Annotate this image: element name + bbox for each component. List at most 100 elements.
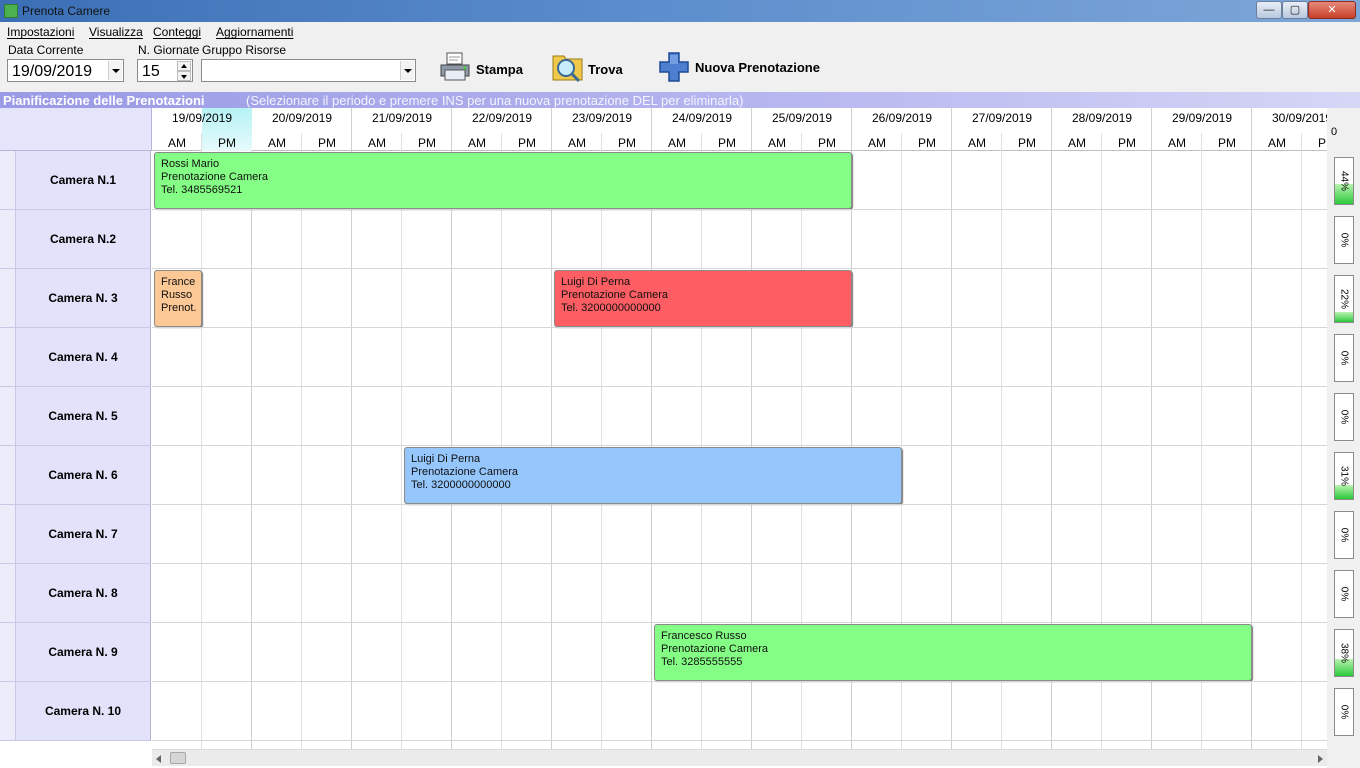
menu-conteggi[interactable]: Conteggi: [153, 25, 201, 39]
row-selector[interactable]: [0, 505, 16, 564]
occupancy-percent: 0%: [1338, 527, 1350, 543]
day-date: 27/09/2019: [971, 111, 1033, 125]
scroll-thumb[interactable]: [170, 752, 186, 764]
room-label: Camera N. 3: [16, 269, 151, 328]
half-day-divider: [401, 133, 402, 151]
info-bar: Pianificazione delle Prenotazioni (Selez…: [0, 92, 1360, 108]
spin-up-icon[interactable]: [177, 61, 191, 71]
close-button[interactable]: ✕: [1308, 1, 1356, 19]
horizontal-scrollbar[interactable]: [152, 749, 1327, 766]
half-day-divider: [601, 133, 602, 151]
nuova-prenotazione-button[interactable]: Nuova Prenotazione: [657, 48, 832, 86]
n-giornate-stepper[interactable]: 15: [137, 59, 193, 82]
maximize-button[interactable]: ▢: [1282, 1, 1308, 19]
half-day-divider: [301, 133, 302, 151]
pm-label: PM: [518, 136, 536, 150]
gruppo-risorse-select[interactable]: [201, 59, 416, 82]
minimize-button[interactable]: —: [1256, 1, 1282, 19]
room-row[interactable]: [152, 564, 1327, 623]
data-corrente-label: Data Corrente: [8, 43, 84, 57]
stampa-button[interactable]: Stampa: [438, 48, 530, 86]
pm-label: PM: [318, 136, 336, 150]
day-date: 22/09/2019: [471, 111, 533, 125]
day-date: 23/09/2019: [571, 111, 633, 125]
occupancy-bar: 44%: [1334, 157, 1354, 205]
trova-button[interactable]: Trova: [551, 48, 631, 86]
occupancy-percent: 0%: [1338, 704, 1350, 720]
am-label: AM: [468, 136, 486, 150]
trova-label: Trova: [588, 62, 623, 77]
chevron-down-icon[interactable]: [400, 61, 414, 80]
room-label: Camera N. 8: [16, 564, 151, 623]
half-day-divider: [1301, 133, 1302, 151]
occupancy-percent: 0%: [1338, 409, 1350, 425]
occupancy-bar: 0%: [1334, 688, 1354, 736]
day-header: 27/09/2019 AM PM: [952, 108, 1052, 151]
row-selector[interactable]: [0, 269, 16, 328]
day-header: 23/09/2019 AM PM: [552, 108, 652, 151]
am-label: AM: [168, 136, 186, 150]
day-date: 28/09/2019: [1071, 111, 1133, 125]
room-row[interactable]: [152, 328, 1327, 387]
row-selector[interactable]: [0, 151, 16, 210]
row-selector[interactable]: [0, 210, 16, 269]
room-row[interactable]: [152, 387, 1327, 446]
gruppo-risorse-label: Gruppo Risorse: [202, 43, 287, 57]
occupancy-bar: 0%: [1334, 393, 1354, 441]
row-selector[interactable]: [0, 446, 16, 505]
room-row[interactable]: [152, 446, 1327, 505]
room-row[interactable]: [152, 682, 1327, 741]
row-selector[interactable]: [0, 623, 16, 682]
title-bar: Prenota Camere — ▢ ✕: [0, 0, 1360, 22]
occupancy-percent: 38%: [1338, 642, 1350, 664]
day-header: 24/09/2019 AM PM: [652, 108, 752, 151]
half-day-divider: [501, 133, 502, 151]
planner-hint: (Selezionare il periodo e premere INS pe…: [246, 93, 744, 108]
room-row[interactable]: [152, 505, 1327, 564]
day-date: 26/09/2019: [871, 111, 933, 125]
am-label: AM: [268, 136, 286, 150]
half-day-divider: [201, 133, 202, 151]
spin-down-icon[interactable]: [177, 71, 191, 81]
scroll-right-icon[interactable]: [1313, 750, 1327, 766]
menu-aggiornamenti[interactable]: Aggiornamenti: [216, 25, 293, 39]
toolbar: Data Corrente 19/09/2019 N. Giornate 15 …: [0, 42, 1360, 92]
room-row[interactable]: [152, 151, 1327, 210]
occupancy-percent: 0%: [1338, 232, 1350, 248]
occupancy-percent: 31%: [1338, 465, 1350, 487]
chevron-down-icon[interactable]: [108, 61, 122, 80]
row-selector[interactable]: [0, 328, 16, 387]
app-icon: [4, 4, 18, 18]
menu-visualizza[interactable]: Visualizza: [89, 25, 143, 39]
day-date: 21/09/2019: [371, 111, 433, 125]
row-selector[interactable]: [0, 682, 16, 741]
printer-icon: [440, 52, 470, 81]
am-label: AM: [768, 136, 786, 150]
occupancy-header: 0: [1331, 126, 1338, 138]
room-label: Camera N. 5: [16, 387, 151, 446]
occupancy-bar: 31%: [1334, 452, 1354, 500]
day-header: 29/09/2019 AM PM: [1152, 108, 1252, 151]
room-row[interactable]: [152, 623, 1327, 682]
half-day-divider: [1201, 133, 1202, 151]
data-corrente-picker[interactable]: 19/09/2019: [7, 59, 124, 82]
pm-label: PM: [1218, 136, 1236, 150]
day-date: 25/09/2019: [771, 111, 833, 125]
room-label: Camera N. 7: [16, 505, 151, 564]
occupancy-fill: [1335, 311, 1353, 322]
am-label: AM: [968, 136, 986, 150]
menu-impostazioni[interactable]: Impostazioni: [7, 25, 74, 39]
occupancy-percent: 0%: [1338, 350, 1350, 366]
room-label: Camera N. 10: [16, 682, 151, 741]
half-day-divider: [1101, 133, 1102, 151]
day-header: 28/09/2019 AM PM: [1052, 108, 1152, 151]
room-row[interactable]: [152, 269, 1327, 328]
row-selector[interactable]: [0, 387, 16, 446]
scroll-left-icon[interactable]: [152, 750, 166, 766]
room-row[interactable]: [152, 210, 1327, 269]
app-window: Prenota Camere — ▢ ✕ Impostazioni Visual…: [0, 0, 1360, 768]
occupancy-bar: 0%: [1334, 334, 1354, 382]
row-selector[interactable]: [0, 564, 16, 623]
pm-label: PM: [418, 136, 436, 150]
occupancy-percent: 22%: [1338, 288, 1350, 310]
